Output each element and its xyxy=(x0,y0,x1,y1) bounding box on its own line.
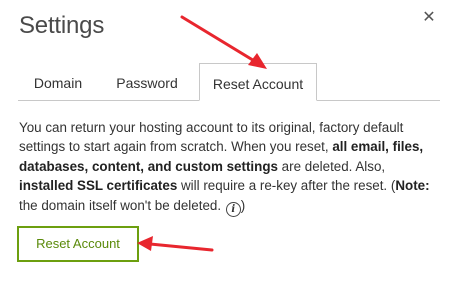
annotation-arrows xyxy=(137,15,267,252)
arrow-to-button xyxy=(137,236,214,252)
arrow-to-tab xyxy=(180,15,267,69)
